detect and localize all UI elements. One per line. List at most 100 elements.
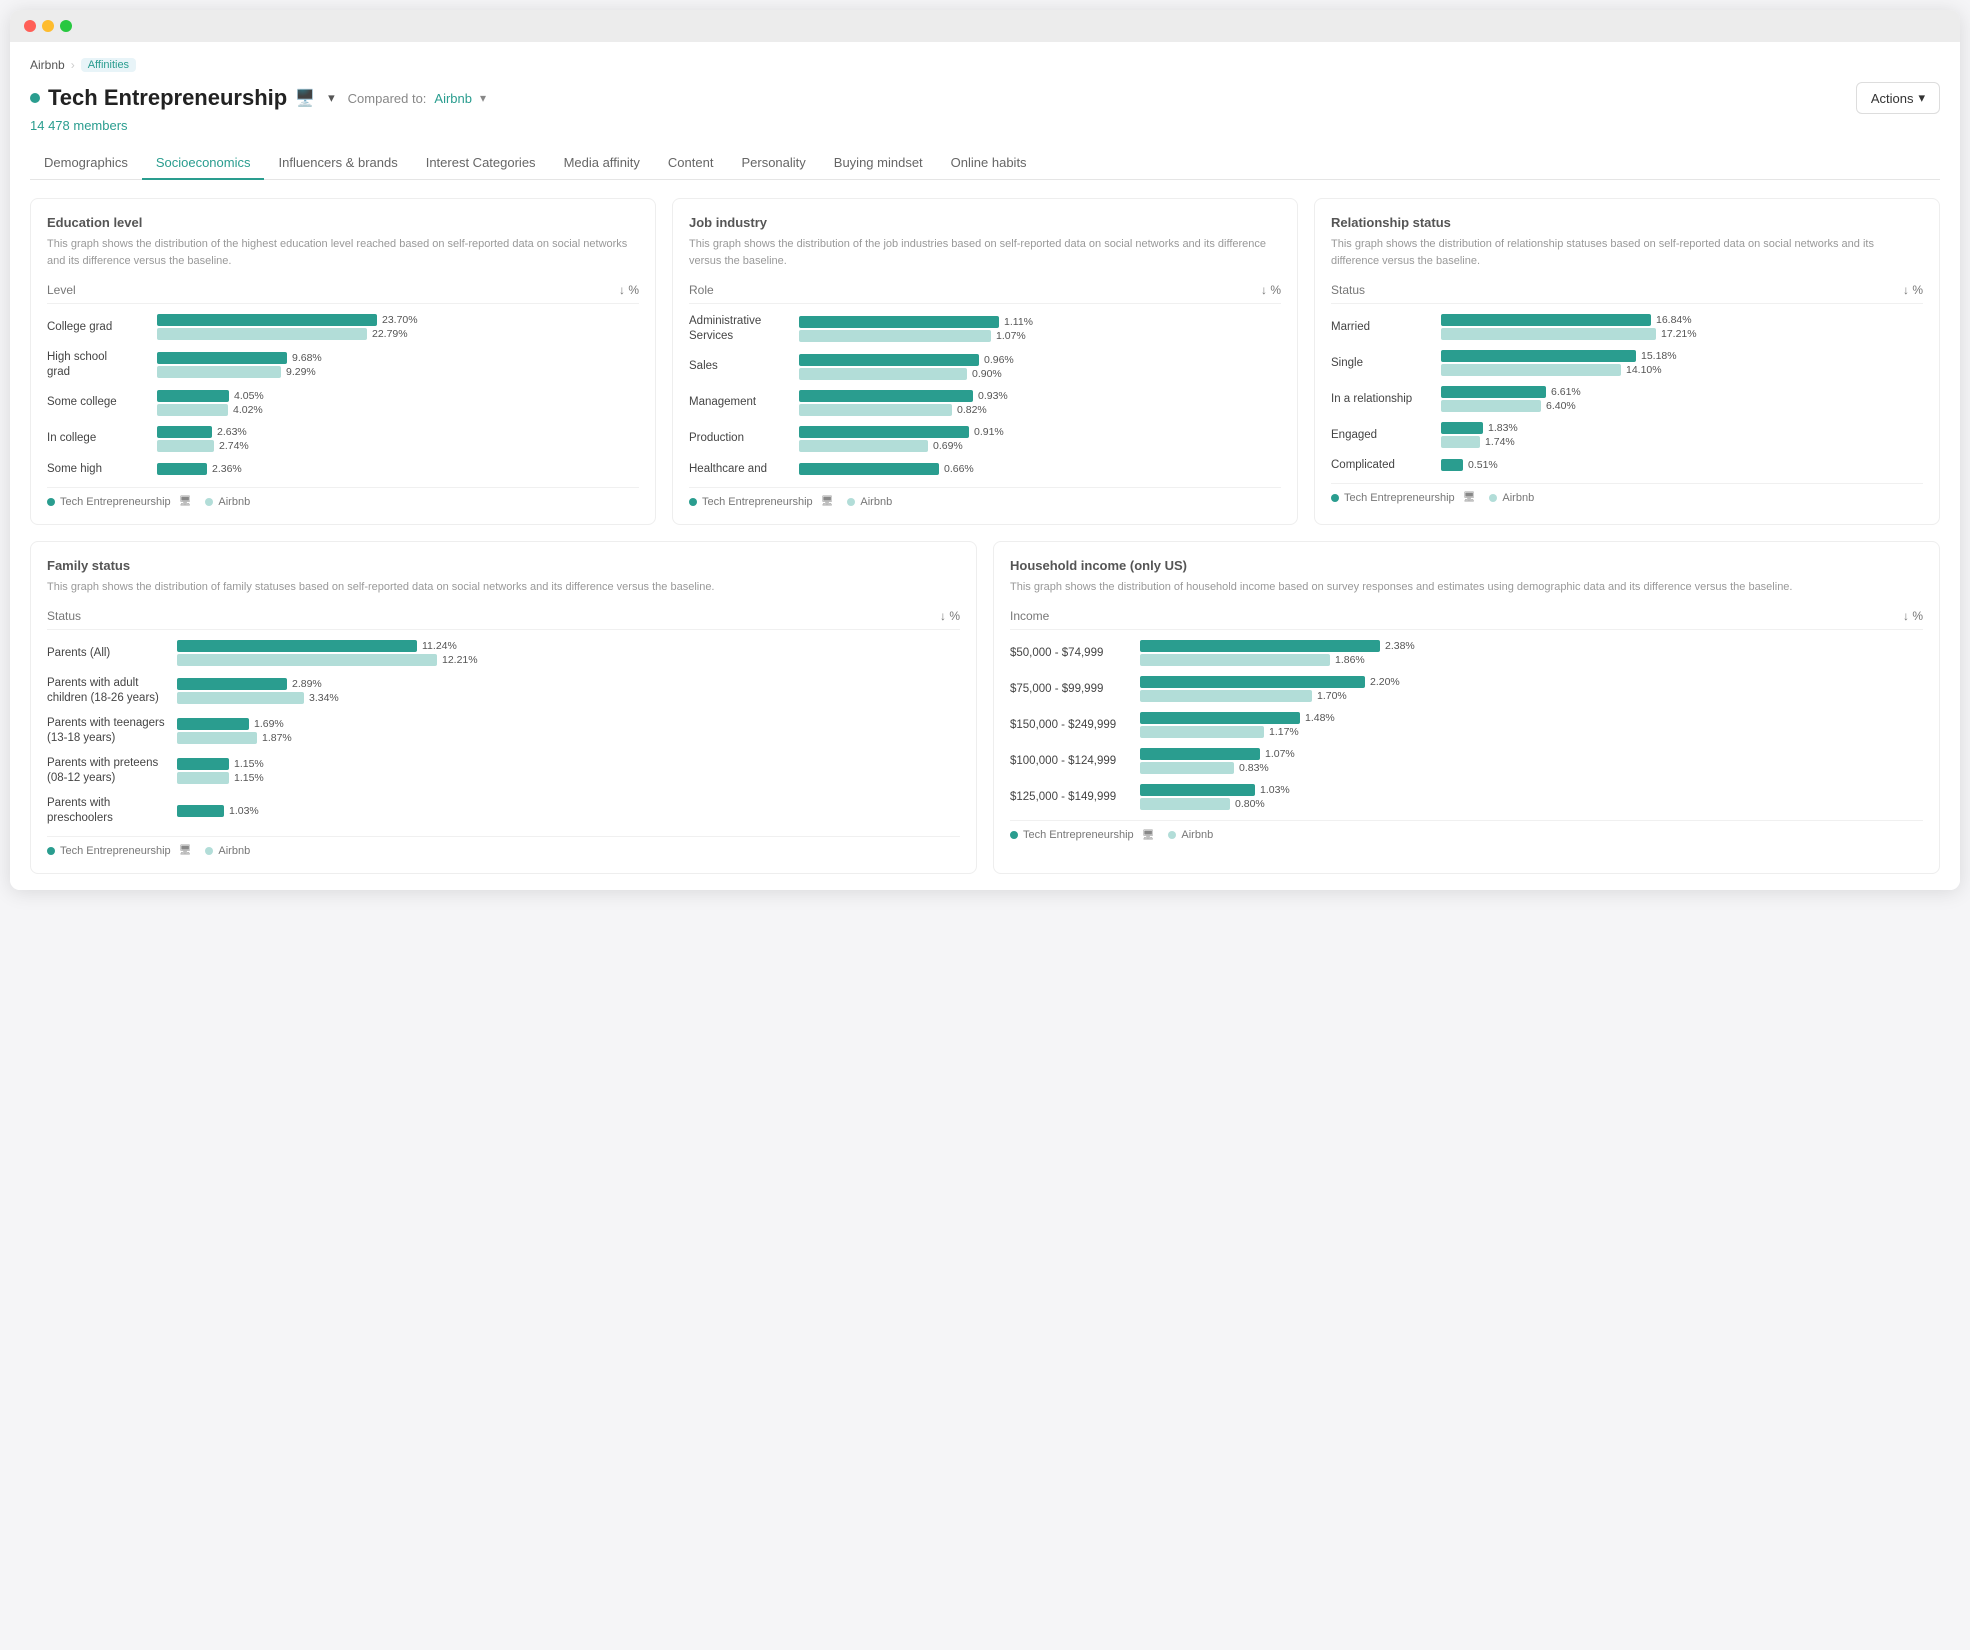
job-label-2: Management: [689, 395, 799, 410]
edu-val-light-1: 9.29%: [286, 366, 316, 378]
education-desc: This graph shows the distribution of the…: [47, 236, 639, 269]
edu-legend-light-dot: [205, 498, 213, 506]
rel-desc: This graph shows the distribution of rel…: [1331, 236, 1923, 269]
edu-bar-light-2: 4.02%: [157, 404, 639, 416]
income-desc: This graph shows the distribution of hou…: [1010, 579, 1923, 596]
title-dropdown[interactable]: ▾: [323, 88, 340, 108]
rel-legend-2: Airbnb: [1489, 492, 1534, 504]
edu-bar-teal-1: 9.68%: [157, 352, 639, 364]
job-chart: Job industry This graph shows the distri…: [672, 198, 1298, 525]
close-button[interactable]: [24, 20, 36, 32]
edu-val-teal-2: 4.05%: [234, 390, 264, 402]
income-title: Household income (only US): [1010, 558, 1923, 573]
rel-title: Relationship status: [1331, 215, 1923, 230]
tab-demographics[interactable]: Demographics: [30, 147, 142, 180]
page-content: Airbnb › Affinities Tech Entrepreneurshi…: [10, 42, 1960, 890]
fam-row-2: Parents with teenagers (13-18 years) 1.6…: [47, 716, 960, 746]
edu-row-0: College grad 23.70% 22.79%: [47, 314, 639, 340]
page-title: Tech Entrepreneurship: [48, 85, 287, 111]
sort-down-icon: ↓: [1261, 283, 1267, 297]
job-col2: ↓ %: [1261, 283, 1281, 297]
job-label-1: Sales: [689, 359, 799, 374]
edu-legend-label-1: Tech Entrepreneurship: [60, 496, 171, 508]
job-label-4: Healthcare and: [689, 462, 799, 477]
edu-bar-teal-fill-4: [157, 463, 207, 475]
edu-val-teal-1: 9.68%: [292, 352, 322, 364]
tab-content[interactable]: Content: [654, 147, 728, 180]
inc-row-1: $75,000 - $99,999 2.20% 1.70%: [1010, 676, 1923, 702]
top-charts-grid: Education level This graph shows the dis…: [30, 198, 1940, 525]
edu-bars-1: 9.68% 9.29%: [157, 352, 639, 378]
minimize-button[interactable]: [42, 20, 54, 32]
compared-dropdown[interactable]: ▾: [480, 91, 486, 105]
maximize-button[interactable]: [60, 20, 72, 32]
edu-bars-4: 2.36%: [157, 463, 639, 475]
tab-socioeconomics[interactable]: Socioeconomics: [142, 147, 265, 180]
job-row-4: Healthcare and 0.66%: [689, 462, 1281, 477]
breadcrumb: Airbnb › Affinities: [30, 58, 1940, 72]
fam-row-1: Parents with adult children (18-26 years…: [47, 676, 960, 706]
rel-legend: Tech Entrepreneurship 🖥 Airbnb: [1331, 483, 1923, 504]
rel-row-4: Complicated 0.51%: [1331, 458, 1923, 473]
family-title: Family status: [47, 558, 960, 573]
actions-chevron-icon: ▾: [1918, 90, 1925, 106]
edu-row-1: High schoolgrad 9.68% 9.29%: [47, 350, 639, 380]
fam-legend: Tech Entrepreneurship 🖥 Airbnb: [47, 836, 960, 857]
edu-val-teal-3: 2.63%: [217, 426, 247, 438]
edu-legend-teal-dot: [47, 498, 55, 506]
edu-val-light-0: 22.79%: [372, 328, 408, 340]
job-legend-2: Airbnb: [847, 496, 892, 508]
job-row-3: Production 0.91% 0.69%: [689, 426, 1281, 452]
inc-legend: Tech Entrepreneurship 🖥 Airbnb: [1010, 820, 1923, 841]
edu-row-2: Some college 4.05% 4.02%: [47, 390, 639, 416]
edu-row-4: Some high 2.36%: [47, 462, 639, 477]
job-row-0: AdministrativeServices 1.11% 1.07%: [689, 314, 1281, 344]
tab-media[interactable]: Media affinity: [550, 147, 654, 180]
job-title: Job industry: [689, 215, 1281, 230]
edu-bar-teal-3: 2.63%: [157, 426, 639, 438]
rel-row-1: Single 15.18% 14.10%: [1331, 350, 1923, 376]
breadcrumb-app[interactable]: Airbnb: [30, 58, 65, 72]
rel-header: Status ↓ %: [1331, 283, 1923, 304]
page-header: Tech Entrepreneurship 🖥️ ▾ Compared to: …: [30, 82, 1940, 114]
compared-link[interactable]: Airbnb: [434, 91, 472, 106]
breadcrumb-tag[interactable]: Affinities: [81, 58, 136, 72]
relationship-chart: Relationship status This graph shows the…: [1314, 198, 1940, 525]
inc-row-0: $50,000 - $74,999 2.38% 1.86%: [1010, 640, 1923, 666]
edu-val-light-2: 4.02%: [233, 404, 263, 416]
edu-col2: ↓ %: [619, 283, 639, 297]
bottom-charts-grid: Family status This graph shows the distr…: [30, 541, 1940, 874]
edu-bar-teal-fill-2: [157, 390, 229, 402]
inc-row-4: $125,000 - $149,999 1.03% 0.80%: [1010, 784, 1923, 810]
edu-bar-teal-2: 4.05%: [157, 390, 639, 402]
rel-row-3: Engaged 1.83% 1.74%: [1331, 422, 1923, 448]
income-chart: Household income (only US) This graph sh…: [993, 541, 1940, 874]
edu-bars-3: 2.63% 2.74%: [157, 426, 639, 452]
inc-legend-1: Tech Entrepreneurship 🖥: [1010, 829, 1154, 841]
members-count: 14 478 members: [30, 118, 1940, 133]
icon-display: 🖥️: [295, 88, 315, 108]
tab-online[interactable]: Online habits: [937, 147, 1041, 180]
edu-label-2: Some college: [47, 395, 157, 410]
tab-influencers[interactable]: Influencers & brands: [264, 147, 411, 180]
edu-bar-light-0: 22.79%: [157, 328, 639, 340]
actions-button[interactable]: Actions ▾: [1856, 82, 1940, 114]
edu-row-3: In college 2.63% 2.74%: [47, 426, 639, 452]
tab-personality[interactable]: Personality: [727, 147, 819, 180]
edu-bars-0: 23.70% 22.79%: [157, 314, 639, 340]
edu-icon: 🖥: [179, 496, 192, 507]
fam-row-4: Parents with preschoolers 1.03%: [47, 796, 960, 826]
edu-bar-light-fill-2: [157, 404, 228, 416]
inc-row-3: $100,000 - $124,999 1.07% 0.83%: [1010, 748, 1923, 774]
edu-legend-label-2: Airbnb: [218, 496, 250, 508]
edu-bar-teal-0: 23.70%: [157, 314, 639, 326]
job-desc: This graph shows the distribution of the…: [689, 236, 1281, 269]
actions-label: Actions: [1871, 91, 1914, 106]
edu-col1: Level: [47, 283, 76, 297]
edu-bar-teal-fill-0: [157, 314, 377, 326]
education-header: Level ↓ %: [47, 283, 639, 304]
tab-buying[interactable]: Buying mindset: [820, 147, 937, 180]
inc-legend-2: Airbnb: [1168, 829, 1213, 841]
family-chart: Family status This graph shows the distr…: [30, 541, 977, 874]
tab-interest[interactable]: Interest Categories: [412, 147, 550, 180]
